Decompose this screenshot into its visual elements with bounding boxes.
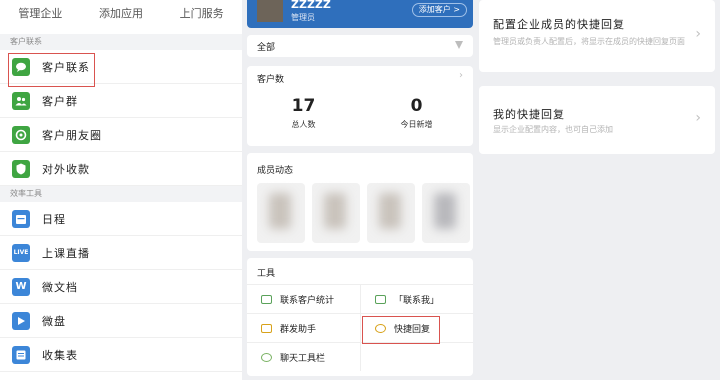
chat-icon bbox=[12, 57, 30, 76]
menu-item-label: 微文档 bbox=[42, 280, 78, 294]
menu-item-label: 客户群 bbox=[42, 94, 78, 108]
menu-item-label: 日程 bbox=[42, 212, 66, 226]
tool-empty-slot bbox=[360, 342, 473, 371]
quick-reply-icon bbox=[375, 323, 386, 333]
menu-item-label: 客户联系 bbox=[42, 60, 90, 74]
customer-count-title: 客户数 bbox=[257, 75, 285, 85]
tool-label: 联系客户统计 bbox=[280, 295, 335, 306]
company-quick-reply-title: 配置企业成员的快捷回复 bbox=[493, 18, 625, 31]
customer-count-card[interactable]: 客户数 › 17 总人数 0 今日新增 bbox=[247, 66, 473, 146]
my-quick-reply-title: 我的快捷回复 bbox=[493, 108, 565, 121]
drive-icon bbox=[12, 311, 30, 330]
broadcast-icon bbox=[261, 323, 272, 333]
onsite-service-link[interactable]: 上门服务 bbox=[161, 5, 242, 21]
all-label: 全部 bbox=[257, 43, 276, 53]
tools-title: 工具 bbox=[257, 269, 276, 279]
tool-label: 聊天工具栏 bbox=[280, 353, 326, 364]
username: ZZZZZ bbox=[291, 0, 331, 11]
profile-header: ZZZZZ 管理员 添加客户 > bbox=[247, 0, 473, 28]
left-panel: 管理企业 添加应用 上门服务 客户联系 客户联系 客户群 客户朋友圈 对外收款 … bbox=[0, 0, 242, 380]
total-label: 总人数 bbox=[291, 120, 316, 129]
menu-item-label: 对外收款 bbox=[42, 162, 90, 176]
stats-icon bbox=[261, 294, 272, 304]
group-icon bbox=[12, 91, 30, 110]
middle-panel: ZZZZZ 管理员 添加客户 > 全部 客户数 › 17 总人数 0 今日新增 … bbox=[247, 0, 473, 380]
member-activity-title: 成员动态 bbox=[257, 166, 294, 176]
member-thumbnail[interactable] bbox=[312, 183, 360, 243]
company-quick-reply-card[interactable]: 配置企业成员的快捷回复 管理员或负责人配置后，将显示在成员的快捷回复页面 › bbox=[479, 0, 715, 72]
menu-item-micro-document[interactable]: W 微文档 bbox=[0, 270, 242, 304]
document-icon: W bbox=[12, 277, 30, 296]
tool-label: 「联系我」 bbox=[394, 295, 440, 306]
tool-label: 快捷回复 bbox=[394, 324, 431, 335]
chevron-right-icon: › bbox=[695, 110, 701, 126]
stat-total: 17 总人数 bbox=[247, 96, 360, 130]
menu-item-customer-group[interactable]: 客户群 bbox=[0, 84, 242, 118]
menu-item-label: 上课直播 bbox=[42, 246, 90, 260]
filter-icon[interactable] bbox=[455, 41, 463, 49]
member-thumbnail[interactable] bbox=[422, 183, 470, 243]
member-thumbnail[interactable] bbox=[367, 183, 415, 243]
menu-item-label: 收集表 bbox=[42, 348, 78, 362]
today-label: 今日新增 bbox=[400, 120, 433, 129]
member-thumbnail[interactable] bbox=[257, 183, 305, 243]
total-count: 17 bbox=[291, 96, 316, 116]
form-icon bbox=[12, 345, 30, 364]
menu-item-customer-moments[interactable]: 客户朋友圈 bbox=[0, 118, 242, 152]
tool-customer-stats[interactable]: 联系客户统计 bbox=[247, 284, 360, 313]
top-actions: 管理企业 添加应用 上门服务 bbox=[0, 0, 242, 34]
manage-company-link[interactable]: 管理企业 bbox=[0, 5, 81, 21]
all-filter-bar[interactable]: 全部 bbox=[247, 35, 473, 57]
menu-item-external-payment[interactable]: 对外收款 bbox=[0, 152, 242, 186]
contact-me-icon bbox=[375, 294, 386, 304]
user-role: 管理员 bbox=[291, 13, 315, 22]
add-customer-button[interactable]: 添加客户 > bbox=[411, 3, 467, 17]
section-header-tools: 效率工具 bbox=[0, 186, 242, 202]
tools-card: 工具 联系客户统计 「联系我」 群发助手 快捷回复 聊天工具栏 bbox=[247, 258, 473, 376]
avatar bbox=[257, 0, 283, 22]
company-quick-reply-desc: 管理员或负责人配置后，将显示在成员的快捷回复页面 bbox=[493, 37, 685, 46]
section-header-customer: 客户联系 bbox=[0, 34, 242, 50]
menu-item-label: 微盘 bbox=[42, 314, 66, 328]
menu-item-collection-form[interactable]: 收集表 bbox=[0, 338, 242, 372]
payment-icon bbox=[12, 159, 30, 178]
menu-item-micro-drive[interactable]: 微盘 bbox=[0, 304, 242, 338]
chat-toolbar-icon bbox=[261, 352, 272, 362]
chevron-right-icon: › bbox=[695, 26, 701, 42]
chevron-right-icon: › bbox=[459, 70, 463, 81]
live-icon: LIVE bbox=[12, 243, 30, 262]
add-app-link[interactable]: 添加应用 bbox=[81, 5, 162, 21]
tool-label: 群发助手 bbox=[280, 324, 317, 335]
tool-broadcast[interactable]: 群发助手 bbox=[247, 313, 360, 342]
menu-item-label: 客户朋友圈 bbox=[42, 128, 102, 142]
tool-quick-reply[interactable]: 快捷回复 bbox=[360, 313, 473, 342]
menu-item-customer-contact[interactable]: 客户联系 bbox=[0, 50, 242, 84]
my-quick-reply-desc: 显示企业配置内容，也可自己添加 bbox=[493, 125, 613, 134]
my-quick-reply-card[interactable]: 我的快捷回复 显示企业配置内容，也可自己添加 › bbox=[479, 86, 715, 154]
tool-contact-me[interactable]: 「联系我」 bbox=[360, 284, 473, 313]
member-activity-card: 成员动态 bbox=[247, 153, 473, 251]
stat-today: 0 今日新增 bbox=[360, 96, 473, 130]
tool-chat-toolbar[interactable]: 聊天工具栏 bbox=[247, 342, 360, 371]
calendar-icon bbox=[12, 209, 30, 228]
moments-icon bbox=[12, 125, 30, 144]
menu-item-live-class[interactable]: LIVE 上课直播 bbox=[0, 236, 242, 270]
menu-item-schedule[interactable]: 日程 bbox=[0, 202, 242, 236]
today-count: 0 bbox=[410, 96, 423, 116]
